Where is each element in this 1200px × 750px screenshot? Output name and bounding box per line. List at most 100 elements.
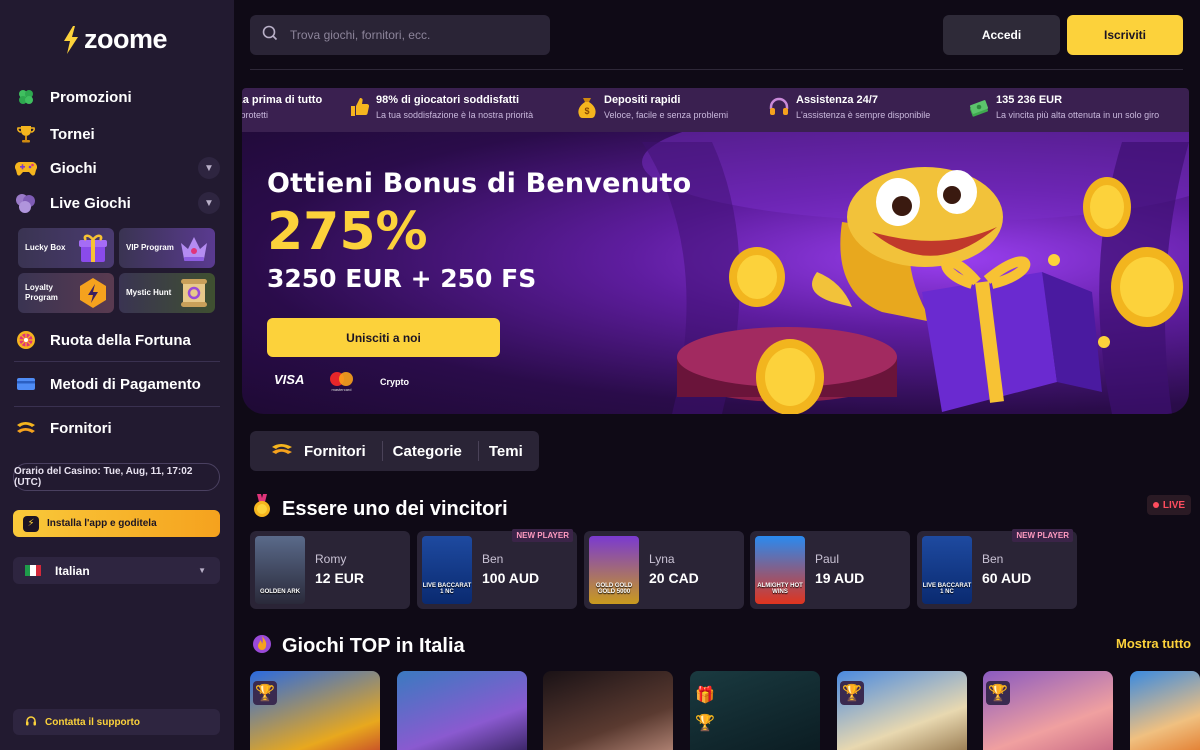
logo-text: zoome bbox=[84, 24, 168, 54]
tab-temi[interactable]: Temi bbox=[479, 441, 539, 461]
game-thumbnail: GOLDEN ARK bbox=[255, 536, 305, 604]
hero-bonus-percent: 275% bbox=[267, 202, 428, 262]
nav-tornei[interactable]: Tornei bbox=[14, 117, 220, 151]
game-tile[interactable] bbox=[543, 671, 673, 750]
gamepad-icon bbox=[14, 156, 38, 180]
login-button[interactable]: Accedi bbox=[943, 15, 1060, 55]
sidebar: zoome Promozioni Tornei Giochi ▼ Live Gi… bbox=[0, 0, 234, 750]
tab-label: Temi bbox=[488, 442, 523, 460]
live-badge: LIVE bbox=[1147, 495, 1191, 515]
hero-title: Ottieni Bonus di Benvenuto bbox=[267, 168, 692, 199]
winner-name: Ben bbox=[982, 552, 1004, 566]
signup-button[interactable]: Iscriviti bbox=[1067, 15, 1183, 55]
nav-giochi[interactable]: Giochi ▼ bbox=[14, 151, 220, 185]
trophy-icon: 🏆 bbox=[253, 681, 277, 705]
header-divider bbox=[250, 69, 1183, 70]
game-tile[interactable]: 🏆 bbox=[983, 671, 1113, 750]
clover-icon bbox=[14, 85, 38, 109]
ticker-title: La prima di tutto bbox=[242, 94, 323, 106]
nav-live-giochi[interactable]: Live Giochi ▼ bbox=[14, 186, 220, 220]
winner-name: Paul bbox=[815, 552, 840, 566]
search-icon bbox=[262, 25, 278, 46]
hero-banner: Ottieni Bonus di Benvenuto 275% 3250 EUR… bbox=[242, 132, 1189, 414]
chevron-down-icon: ▼ bbox=[198, 566, 206, 575]
gift-box-icon bbox=[76, 231, 110, 265]
trophy-icon: 🏆 bbox=[695, 715, 715, 732]
tile-vip-program[interactable]: VIP Program bbox=[119, 228, 215, 268]
game-name: LIVE BACCARAT 1 NC bbox=[922, 582, 972, 596]
search-bar[interactable] bbox=[250, 15, 550, 55]
language-select[interactable]: Italian ▼ bbox=[13, 557, 220, 584]
winner-amount: 60 AUD bbox=[982, 570, 1032, 586]
show-all-link[interactable]: Mostra tutto bbox=[1116, 636, 1191, 651]
ticker-title: Assistenza 24/7 bbox=[796, 94, 878, 106]
nav-promozioni[interactable]: Promozioni bbox=[14, 80, 220, 114]
thumbs-up-icon bbox=[348, 94, 370, 120]
cash-stack-icon bbox=[968, 94, 990, 120]
nav-metodi-di-pagamento[interactable]: Metodi di Pagamento bbox=[14, 367, 220, 401]
game-tile[interactable]: 🏆 bbox=[250, 671, 380, 750]
install-label: Installa l'app e goditela bbox=[47, 518, 157, 529]
nav-label: Tornei bbox=[50, 125, 95, 143]
ticker-title: 98% di giocatori soddisfatti bbox=[376, 94, 520, 106]
gift-icon: 🎁 bbox=[695, 687, 715, 704]
tile-loyalty-program[interactable]: Loyalty Program bbox=[18, 273, 114, 313]
live-dot-icon bbox=[1152, 502, 1159, 508]
mastercard-label: mastercard bbox=[331, 387, 352, 392]
trophy-icon: 🏆 bbox=[840, 681, 864, 705]
install-app-button[interactable]: ⚡ Installa l'app e goditela bbox=[13, 510, 220, 537]
tile-label: VIP Program bbox=[126, 243, 174, 253]
tab-label: Fornitori bbox=[304, 442, 366, 460]
top-games-title: Giochi TOP in Italia bbox=[282, 634, 465, 657]
ticker-sub: L'assistenza è sempre disponibile bbox=[796, 110, 931, 120]
ticker-title: 135 236 EUR bbox=[996, 94, 1063, 106]
category-tabs: Fornitori Categorie Temi bbox=[250, 431, 539, 471]
top-games-heading: Giochi TOP in Italia bbox=[252, 632, 465, 660]
visa-logo: VISA bbox=[274, 372, 305, 387]
chevron-down-icon[interactable]: ▼ bbox=[198, 192, 220, 214]
headset-icon bbox=[768, 94, 790, 120]
nav-label: Ruota della Fortuna bbox=[50, 331, 191, 349]
winner-amount: 100 AUD bbox=[482, 570, 540, 586]
money-bag-icon: $ bbox=[576, 94, 598, 120]
lightning-logo-icon bbox=[64, 25, 78, 54]
chevron-down-icon[interactable]: ▼ bbox=[198, 157, 220, 179]
tab-label: Categorie bbox=[392, 442, 462, 460]
winner-card[interactable]: GOLDEN ARK Romy 12 EUR bbox=[250, 531, 410, 609]
ticker-item: 135 236 EUR La vincita più alta ottenuta… bbox=[968, 94, 1159, 120]
trophy-icon bbox=[14, 122, 38, 146]
nav-label: Live Giochi bbox=[50, 194, 131, 212]
nav-label: Fornitori bbox=[50, 419, 112, 437]
join-button[interactable]: Unisciti a noi bbox=[267, 318, 500, 357]
game-thumbnail: LIVE BACCARAT 1 NC bbox=[922, 536, 972, 604]
tab-fornitori[interactable]: Fornitori bbox=[260, 441, 383, 461]
winner-card[interactable]: LIVE BACCARAT 1 NC Ben 100 AUD NEW PLAYE… bbox=[417, 529, 577, 609]
lightning-icon: ⚡ bbox=[23, 515, 39, 532]
game-tile[interactable] bbox=[397, 671, 527, 750]
winner-card[interactable]: ALMIGHTY HOT WINS Paul 19 AUD bbox=[750, 531, 910, 609]
winner-card[interactable]: GOLD GOLD GOLD 5000 Lyna 20 CAD bbox=[584, 531, 744, 609]
live-label: LIVE bbox=[1162, 499, 1186, 511]
tile-label: Loyalty Program bbox=[25, 283, 58, 302]
logo[interactable]: zoome bbox=[62, 24, 168, 55]
tile-mystic-hunt[interactable]: Mystic Hunt bbox=[119, 273, 215, 313]
winner-card[interactable]: LIVE BACCARAT 1 NC Ben 60 AUD NEW PLAYER bbox=[917, 529, 1077, 609]
tile-lucky-box[interactable]: Lucky Box bbox=[18, 228, 114, 268]
game-tile[interactable]: 🏆 bbox=[837, 671, 967, 750]
divider bbox=[14, 361, 220, 362]
game-tile[interactable]: 🎁 🏆 bbox=[690, 671, 820, 750]
winner-name: Ben bbox=[482, 552, 504, 566]
game-thumbnail: ALMIGHTY HOT WINS bbox=[755, 536, 805, 604]
support-button[interactable]: Contatta il supporto bbox=[13, 709, 220, 735]
game-tile[interactable] bbox=[1130, 671, 1200, 750]
svg-text:$: $ bbox=[584, 106, 589, 116]
tab-categorie[interactable]: Categorie bbox=[383, 441, 479, 461]
game-name: LIVE BACCARAT 1 NC bbox=[422, 582, 472, 596]
winners-title: Essere uno dei vincitori bbox=[282, 497, 508, 520]
tile-label: Mystic Hunt bbox=[126, 288, 172, 298]
tile-label: Lucky Box bbox=[25, 243, 66, 253]
winner-amount: 12 EUR bbox=[315, 570, 365, 586]
search-input[interactable] bbox=[290, 28, 530, 42]
nav-fornitori[interactable]: Fornitori bbox=[14, 411, 220, 445]
nav-ruota-della-fortuna[interactable]: Ruota della Fortuna bbox=[14, 323, 220, 357]
